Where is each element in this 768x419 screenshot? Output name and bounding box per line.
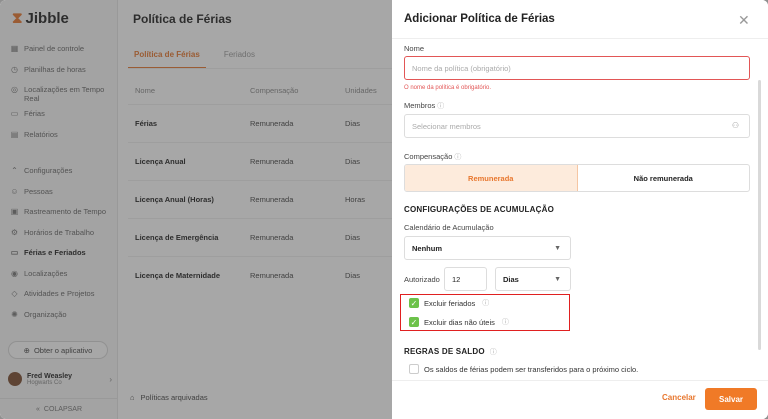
authorized-label: Autorizado (404, 275, 440, 284)
accrual-calendar-select[interactable]: Nenhum ▼ (404, 236, 571, 260)
panel-footer: Cancelar Salvar (392, 380, 768, 419)
panel-title: Adicionar Política de Férias (404, 13, 555, 25)
compensation-unpaid-option[interactable]: Não remunerada (578, 165, 750, 191)
exclude-nonworking-row[interactable]: ✓ Excluir dias não úteis ⓘ (409, 317, 509, 327)
balance-rules-text: REGRAS DE SALDO (404, 347, 485, 356)
info-icon[interactable]: ⓘ (502, 317, 509, 327)
info-icon[interactable]: ⓘ (482, 298, 489, 308)
add-leave-policy-panel: Adicionar Política de Férias ✕ Nome Nome… (392, 0, 768, 419)
members-placeholder: Selecionar membros (412, 121, 481, 131)
carryover-label: Os saldos de férias podem ser transferid… (424, 364, 639, 374)
save-button[interactable]: Salvar (705, 388, 757, 410)
info-icon[interactable]: ⓘ (437, 103, 444, 110)
exclude-nonworking-label: Excluir dias não úteis (424, 317, 495, 327)
add-person-icon: ⚇ (731, 121, 739, 130)
exclude-holidays-row[interactable]: ✓ Excluir feriados ⓘ (409, 298, 489, 308)
unit-value: Dias (503, 274, 519, 284)
members-select[interactable]: Selecionar membros ⚇ (404, 114, 750, 138)
modal-backdrop[interactable] (0, 0, 392, 419)
accrual-settings-heading: CONFIGURAÇÕES DE ACUMULAÇÃO (404, 205, 554, 214)
unit-select[interactable]: Dias ▼ (495, 267, 571, 291)
authorized-amount-input[interactable]: 12 (444, 267, 487, 291)
accrual-calendar-label: Calendário de Acumulação (404, 223, 494, 232)
accrual-calendar-value: Nenhum (412, 243, 442, 253)
balance-rules-heading: REGRAS DE SALDO ⓘ (404, 347, 497, 357)
policy-name-input[interactable]: Nome da política (obrigatório) (404, 56, 750, 80)
exclude-holidays-label: Excluir feriados (424, 298, 476, 308)
caret-down-icon: ▼ (554, 276, 561, 283)
close-icon[interactable]: ✕ (738, 12, 750, 29)
compensation-paid-option[interactable]: Remunerada (405, 165, 578, 191)
info-icon[interactable]: ⓘ (454, 154, 461, 161)
compensation-toggle: Remunerada Não remunerada (404, 164, 750, 192)
members-label-text: Membros (404, 101, 436, 110)
policy-name-placeholder: Nome da política (obrigatório) (412, 63, 511, 73)
members-label: Membros ⓘ (404, 101, 444, 111)
caret-down-icon: ▼ (554, 245, 561, 252)
exclude-holidays-checkbox[interactable]: ✓ (409, 298, 419, 308)
carryover-checkbox[interactable] (409, 364, 419, 374)
scrollbar[interactable] (758, 80, 761, 350)
panel-divider (392, 38, 768, 39)
authorized-amount-value: 12 (452, 274, 461, 284)
app-window: ⧗ Jibble ▦ Painel de controle ◷ Planilha… (0, 0, 768, 419)
info-icon[interactable]: ⓘ (490, 349, 497, 356)
exclude-nonworking-checkbox[interactable]: ✓ (409, 317, 419, 327)
cancel-button[interactable]: Cancelar (662, 393, 696, 402)
carryover-row[interactable]: Os saldos de férias podem ser transferid… (409, 364, 638, 374)
compensation-label: Compensação ⓘ (404, 152, 461, 162)
name-label: Nome (404, 44, 425, 53)
compensation-label-text: Compensação (404, 152, 453, 161)
name-error-message: O nome da política é obrigatório. (404, 85, 492, 91)
